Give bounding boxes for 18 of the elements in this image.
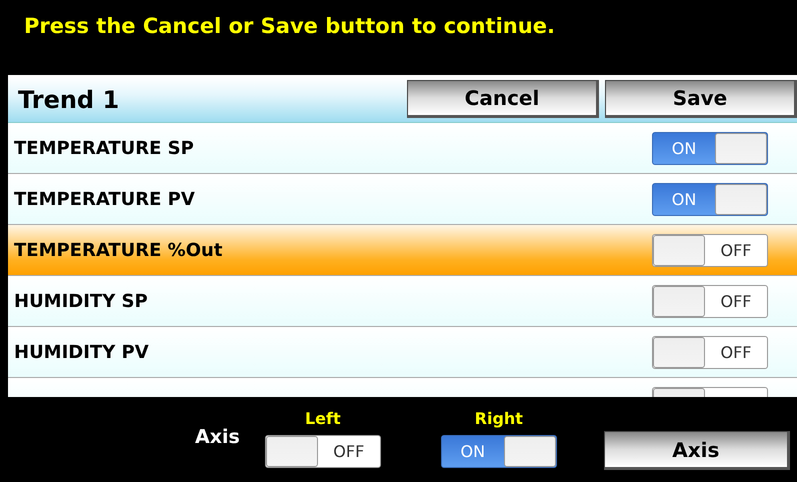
toggle-switch[interactable]: OFF (652, 234, 768, 266)
instruction-message: Press the Cancel or Save button to continue. (24, 14, 555, 38)
row-label: HUMIDITY PV (14, 342, 149, 362)
toggle-switch[interactable]: OFF (264, 435, 381, 468)
switch-label: Right (474, 409, 523, 428)
switch-label: Left (304, 409, 341, 428)
toggle-switch[interactable]: OFF (652, 284, 768, 318)
row-label: TEMPERATURE %Out (14, 240, 222, 260)
header-button[interactable]: Save (605, 80, 797, 118)
row-label: HUMIDITY SP (14, 290, 148, 312)
toggle-switch[interactable]: OFF (652, 336, 768, 368)
header-button[interactable]: Cancel (407, 80, 599, 118)
trend-title: Trend 1 (17, 86, 120, 114)
axis-label: Axis (195, 426, 240, 448)
axis-button[interactable]: Axis (604, 431, 790, 470)
row-label: TEMPERATURE PV (14, 188, 195, 210)
row-label: TEMPERATURE SP (14, 138, 194, 158)
list-row[interactable]: TEMPERATURE %Out OFF (8, 225, 797, 276)
